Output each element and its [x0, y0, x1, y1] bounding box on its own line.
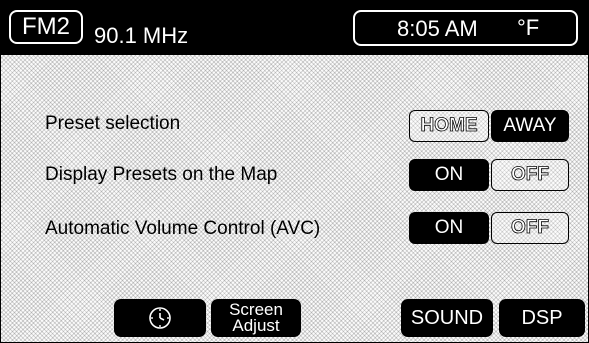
time-display: 8:05 AM: [397, 16, 478, 41]
avc-label: Automatic Volume Control (AVC): [45, 218, 321, 239]
avc-on-button[interactable]: ON: [409, 212, 489, 244]
clock-display[interactable]: 8:05 AM °F: [353, 10, 578, 46]
display-presets-off-button[interactable]: OFF: [491, 159, 569, 191]
preset-away-button[interactable]: AWAY: [491, 110, 569, 142]
frequency-display: 90.1 MHz: [94, 23, 189, 48]
dsp-button[interactable]: DSP: [499, 299, 585, 337]
screen-adjust-label-line2: Adjust: [232, 316, 280, 335]
sound-button[interactable]: SOUND: [401, 299, 493, 337]
screen-adjust-button[interactable]: Screen Adjust: [211, 299, 301, 337]
temperature-unit: °F: [517, 15, 540, 40]
avc-off-button[interactable]: OFF: [491, 212, 569, 244]
radio-settings-screen: FM2 90.1 MHz 8:05 AM °F Preset selection…: [0, 0, 589, 343]
clock-button[interactable]: [114, 299, 206, 337]
band-button[interactable]: FM2: [9, 10, 83, 44]
preset-home-button[interactable]: HOME: [409, 110, 489, 142]
display-presets-map-label: Display Presets on the Map: [45, 164, 278, 185]
preset-selection-label: Preset selection: [45, 113, 181, 134]
display-presets-on-button[interactable]: ON: [409, 159, 489, 191]
clock-icon: [149, 307, 171, 329]
header-bar: FM2 90.1 MHz 8:05 AM °F: [1, 1, 588, 55]
